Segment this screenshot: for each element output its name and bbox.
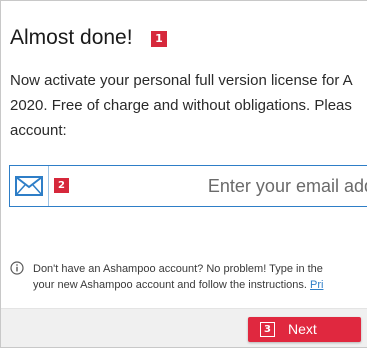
info-text: Don't have an Ashampoo account? No probl… [33,261,323,293]
envelope-icon [15,176,43,196]
mail-icon [10,166,49,206]
privacy-link[interactable]: Pri [310,279,323,291]
step-badge-3: 3 [260,322,275,337]
info-line-1: Don't have an Ashampoo account? No probl… [33,263,323,275]
description-line-3: account: [10,122,67,139]
info-icon [10,261,24,275]
next-button-label: Next [288,321,317,337]
description-line-2: 2020. Free of charge and without obligat… [10,97,352,114]
description-line-1: Now activate your personal full version … [10,72,353,89]
step-badge-1: 1 [151,31,167,47]
activation-dialog: Almost done! 1 Now activate your persona… [0,0,367,348]
dialog-footer: 3 Next [1,308,367,347]
email-input[interactable] [80,170,367,202]
info-line-2-text: your new Ashampoo account and follow the… [33,279,310,291]
step-badge-2: 2 [54,178,69,193]
email-field-container[interactable]: 2 [9,165,367,207]
page-title: Almost done! [10,26,133,49]
next-button[interactable]: 3 Next [248,317,361,342]
activation-description: Now activate your personal full version … [10,68,367,143]
info-line-2: your new Ashampoo account and follow the… [33,277,323,293]
